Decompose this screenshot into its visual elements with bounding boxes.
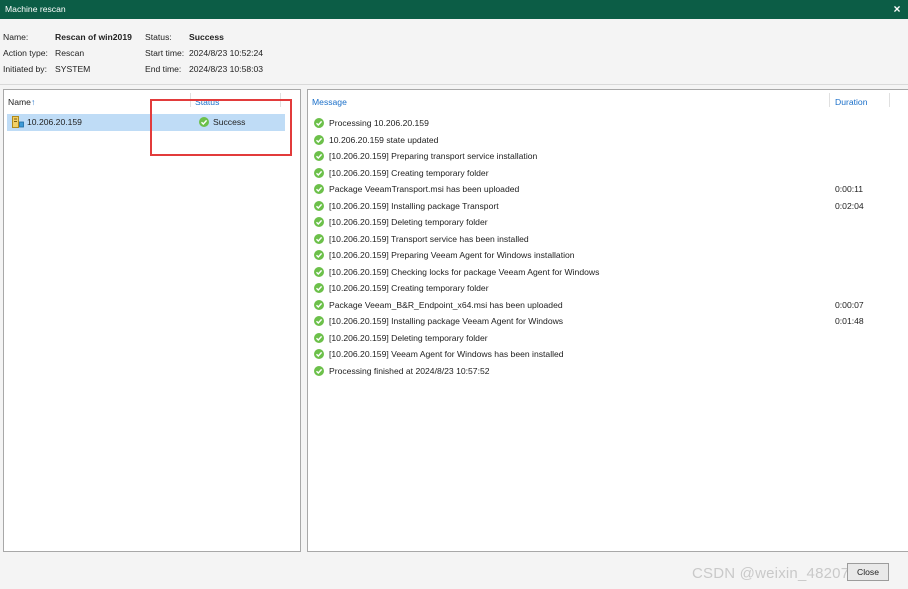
machines-panel: Name↑ Status 10.206.20.159 Success <box>3 89 301 552</box>
column-name-label: Name <box>8 97 31 107</box>
log-message: Package VeeamTransport.msi has been uplo… <box>329 184 520 194</box>
status-value: Success <box>189 32 224 42</box>
close-button[interactable]: Close <box>847 563 889 581</box>
log-message: [10.206.20.159] Deleting temporary folde… <box>329 332 488 343</box>
success-icon <box>314 365 324 376</box>
log-row[interactable]: [10.206.20.159] Veeam Agent for Windows … <box>308 346 908 362</box>
log-row[interactable]: [10.206.20.159] Transport service has be… <box>308 231 908 247</box>
log-row[interactable]: [10.206.20.159] Creating temporary folde… <box>308 165 908 181</box>
machine-name: 10.206.20.159 <box>27 117 82 127</box>
log-message: [10.206.20.159] Preparing Veeam Agent fo… <box>329 250 575 260</box>
name-label: Name: <box>3 32 29 42</box>
action-type-value: Rescan <box>55 48 85 58</box>
success-icon <box>314 349 324 359</box>
column-header-name[interactable]: Name↑ <box>8 97 35 107</box>
close-icon[interactable]: × <box>890 2 904 16</box>
end-time-label: End time: <box>145 64 182 74</box>
log-row[interactable]: [10.206.20.159] Checking locks for packa… <box>308 264 908 280</box>
log-row[interactable]: Processing finished at 2024/8/23 10:57:5… <box>308 363 908 379</box>
success-icon <box>314 233 324 244</box>
success-icon <box>314 134 324 145</box>
log-duration: 0:00:11 <box>835 184 864 194</box>
success-icon <box>314 118 324 128</box>
log-message: Processing finished at 2024/8/23 10:57:5… <box>329 365 490 376</box>
log-message: [10.206.20.159] Creating temporary folde… <box>329 167 489 178</box>
success-icon <box>314 266 324 277</box>
server-icon <box>12 116 24 128</box>
initiated-by-label: Initiated by: <box>3 64 47 74</box>
log-message: [10.206.20.159] Installing package Veeam… <box>329 316 564 326</box>
log-row[interactable]: [10.206.20.159] Deleting temporary folde… <box>308 214 908 230</box>
log-row[interactable]: [10.206.20.159] Deleting temporary folde… <box>308 330 908 346</box>
log-duration: 0:00:07 <box>835 299 864 310</box>
log-message: [10.206.20.159] Creating temporary folde… <box>329 283 489 293</box>
log-message: 10.206.20.159 state updated <box>329 134 439 145</box>
highlight-box <box>150 99 292 156</box>
log-panel: Message Duration Processing 10.206.20.15… <box>307 89 908 552</box>
log-message: [10.206.20.159] Transport service has be… <box>329 233 529 244</box>
log-row[interactable]: Processing 10.206.20.159 <box>308 115 908 131</box>
info-values-col1: Rescan of win2019 Rescan SYSTEM <box>55 29 132 77</box>
log-message: Package Veeam_B&R_Endpoint_x64.msi has b… <box>329 299 563 310</box>
log-row[interactable]: 10.206.20.159 state updated <box>308 132 908 148</box>
log-duration: 0:02:04 <box>835 200 864 211</box>
sort-ascending-icon: ↑ <box>30 97 36 107</box>
log-row[interactable]: Package Veeam_B&R_Endpoint_x64.msi has b… <box>308 297 908 313</box>
success-icon <box>314 217 324 227</box>
divider <box>0 84 908 85</box>
success-icon <box>314 151 324 161</box>
log-message: [10.206.20.159] Veeam Agent for Windows … <box>329 349 564 359</box>
action-type-label: Action type: <box>3 48 48 58</box>
start-time-label: Start time: <box>145 48 185 58</box>
column-header-duration[interactable]: Duration <box>835 97 867 107</box>
log-duration: 0:01:48 <box>835 316 864 326</box>
log-message: [10.206.20.159] Deleting temporary folde… <box>329 217 488 227</box>
window-title: Machine rescan <box>5 4 66 14</box>
success-icon <box>314 299 324 310</box>
column-separator[interactable] <box>829 93 830 107</box>
info-values-col2: Success 2024/8/23 10:52:24 2024/8/23 10:… <box>189 29 263 77</box>
log-message: [10.206.20.159] Checking locks for packa… <box>329 266 600 277</box>
log-message: [10.206.20.159] Preparing transport serv… <box>329 151 538 161</box>
info-labels-col1: Name: Action type: Initiated by: <box>3 29 48 77</box>
success-icon <box>314 316 324 326</box>
success-icon <box>314 184 324 194</box>
log-message: [10.206.20.159] Installing package Trans… <box>329 200 499 211</box>
success-icon <box>314 283 324 293</box>
success-icon <box>314 200 324 211</box>
log-row[interactable]: [10.206.20.159] Installing package Trans… <box>308 198 908 214</box>
info-labels-col2: Status: Start time: End time: <box>145 29 184 77</box>
log-message: Processing 10.206.20.159 <box>329 118 429 128</box>
status-label: Status: <box>145 32 172 42</box>
column-header-message[interactable]: Message <box>312 97 347 107</box>
success-icon <box>314 167 324 178</box>
success-icon <box>314 332 324 343</box>
success-icon <box>314 250 324 260</box>
log-row[interactable]: [10.206.20.159] Creating temporary folde… <box>308 280 908 296</box>
log-row[interactable]: [10.206.20.159] Preparing Veeam Agent fo… <box>308 247 908 263</box>
log-row[interactable]: [10.206.20.159] Preparing transport serv… <box>308 148 908 164</box>
log-row[interactable]: [10.206.20.159] Installing package Veeam… <box>308 313 908 329</box>
log-row[interactable]: Package VeeamTransport.msi has been uplo… <box>308 181 908 197</box>
end-time-value: 2024/8/23 10:58:03 <box>189 64 264 74</box>
initiated-by-value: SYSTEM <box>55 64 91 74</box>
column-separator[interactable] <box>889 93 890 107</box>
start-time-value: 2024/8/23 10:52:24 <box>189 48 264 58</box>
name-value: Rescan of win2019 <box>55 32 132 42</box>
title-bar: Machine rescan × <box>0 0 908 19</box>
